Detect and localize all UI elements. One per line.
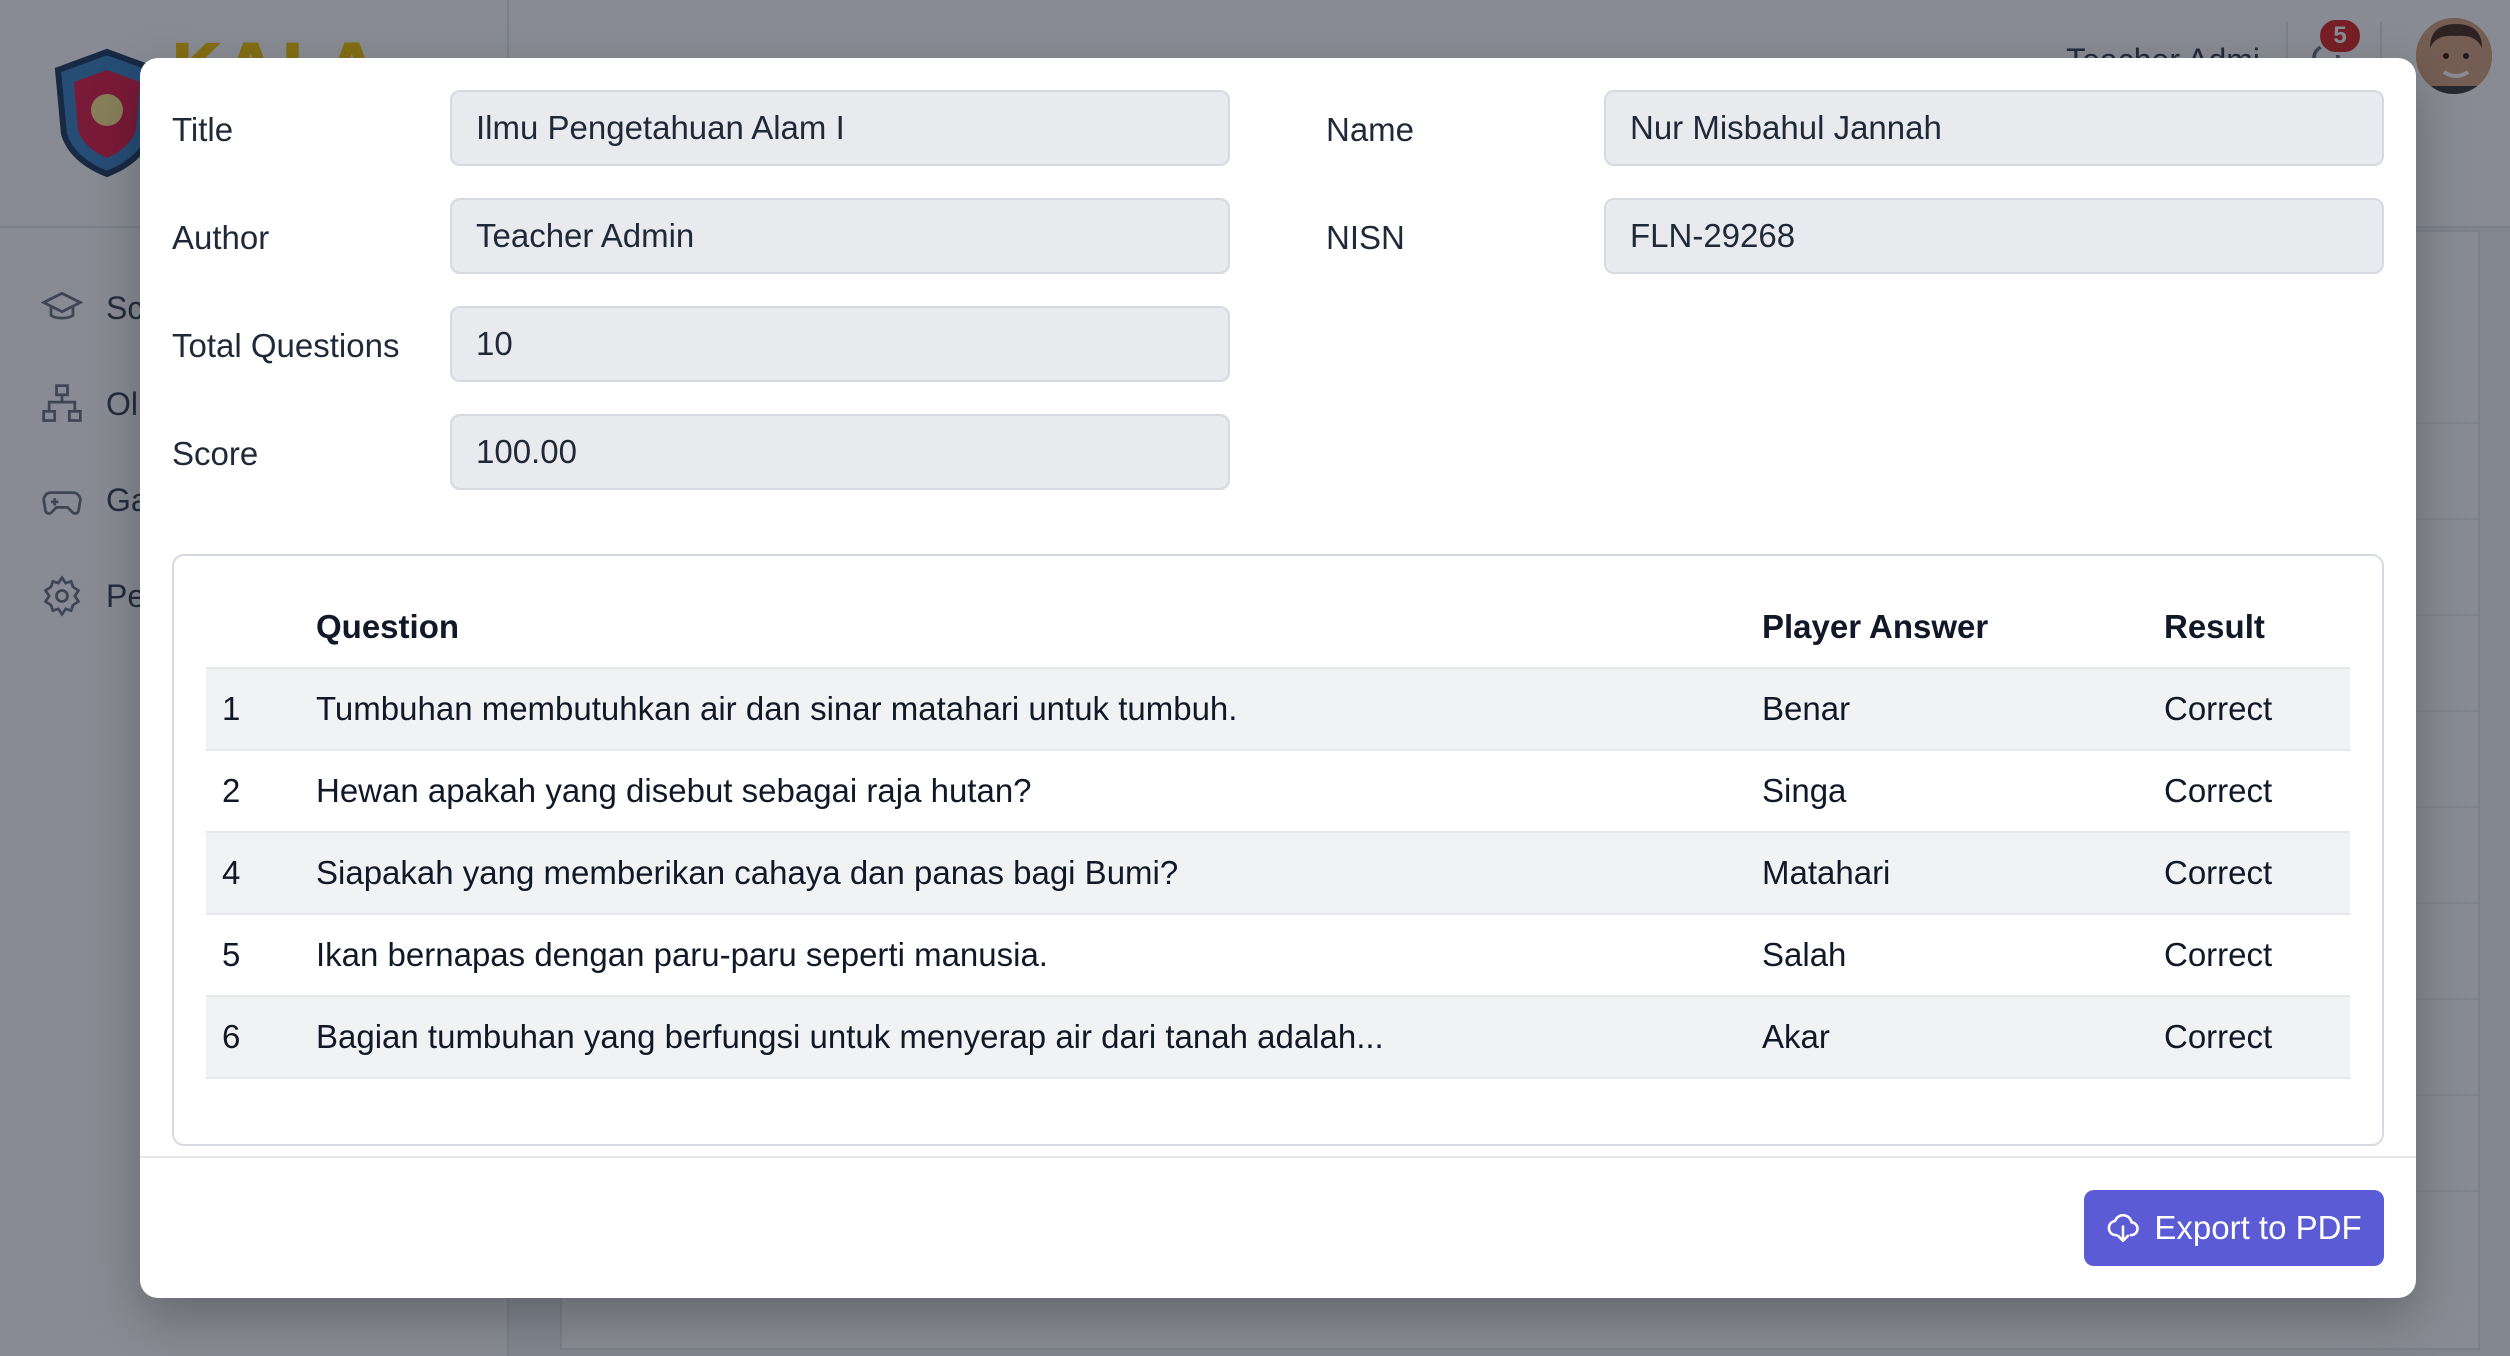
nisn-label: NISN	[1326, 219, 1405, 256]
row-question: Ikan bernapas dengan paru-paru seperti m…	[316, 914, 1762, 997]
row-question: Bagian tumbuhan yang berfungsi untuk men…	[316, 996, 1762, 1079]
name-field[interactable]	[1604, 90, 2384, 166]
author-field[interactable]	[450, 198, 1230, 274]
table-row: 2 Hewan apakah yang disebut sebagai raja…	[206, 750, 2350, 833]
row-player-answer: Benar	[1762, 668, 2164, 751]
row-number: 6	[206, 996, 316, 1079]
author-label: Author	[172, 219, 270, 256]
total-questions-field[interactable]	[450, 306, 1230, 382]
row-result: Correct	[2164, 996, 2350, 1079]
export-button-label: Export to PDF	[2154, 1209, 2362, 1246]
row-question: Hewan apakah yang disebut sebagai raja h…	[316, 750, 1762, 833]
row-player-answer: Matahari	[1762, 832, 2164, 915]
title-label: Title	[172, 111, 234, 148]
table-header-row: Question Player Answer Result	[206, 586, 2350, 669]
row-question: Siapakah yang memberikan cahaya dan pana…	[316, 832, 1762, 915]
row-number: 1	[206, 668, 316, 751]
row-number: 2	[206, 750, 316, 833]
header-question: Question	[316, 586, 1762, 669]
row-result: Correct	[2164, 914, 2350, 997]
score-field[interactable]	[450, 414, 1230, 490]
score-label: Score	[172, 435, 259, 472]
row-player-answer: Salah	[1762, 914, 2164, 997]
modal-footer: Export to PDF	[140, 1156, 2416, 1298]
table-row: 6 Bagian tumbuhan yang berfungsi untuk m…	[206, 996, 2350, 1079]
header-number	[206, 586, 316, 669]
table-row: 5 Ikan bernapas dengan paru-paru seperti…	[206, 914, 2350, 997]
row-question: Tumbuhan membutuhkan air dan sinar matah…	[316, 668, 1762, 751]
nisn-field[interactable]	[1604, 198, 2384, 274]
export-to-pdf-button[interactable]: Export to PDF	[2084, 1190, 2384, 1266]
row-result: Correct	[2164, 668, 2350, 751]
row-player-answer: Akar	[1762, 996, 2164, 1079]
answers-table: Question Player Answer Result 1 Tumbuhan…	[206, 586, 2350, 1079]
result-detail-modal: Title Author Total Questions Score Name …	[140, 58, 2416, 1298]
row-player-answer: Singa	[1762, 750, 2164, 833]
row-number: 4	[206, 832, 316, 915]
header-player-answer: Player Answer	[1762, 586, 2164, 669]
row-result: Correct	[2164, 750, 2350, 833]
table-row: 1 Tumbuhan membutuhkan air dan sinar mat…	[206, 668, 2350, 751]
row-number: 5	[206, 914, 316, 997]
answers-table-card: Question Player Answer Result 1 Tumbuhan…	[172, 554, 2384, 1146]
total-questions-label: Total Questions	[172, 327, 400, 364]
name-label: Name	[1326, 111, 1415, 148]
cloud-download-icon	[2107, 1213, 2140, 1243]
header-result: Result	[2164, 586, 2350, 669]
row-result: Correct	[2164, 832, 2350, 915]
table-row: 4 Siapakah yang memberikan cahaya dan pa…	[206, 832, 2350, 915]
title-field[interactable]	[450, 90, 1230, 166]
